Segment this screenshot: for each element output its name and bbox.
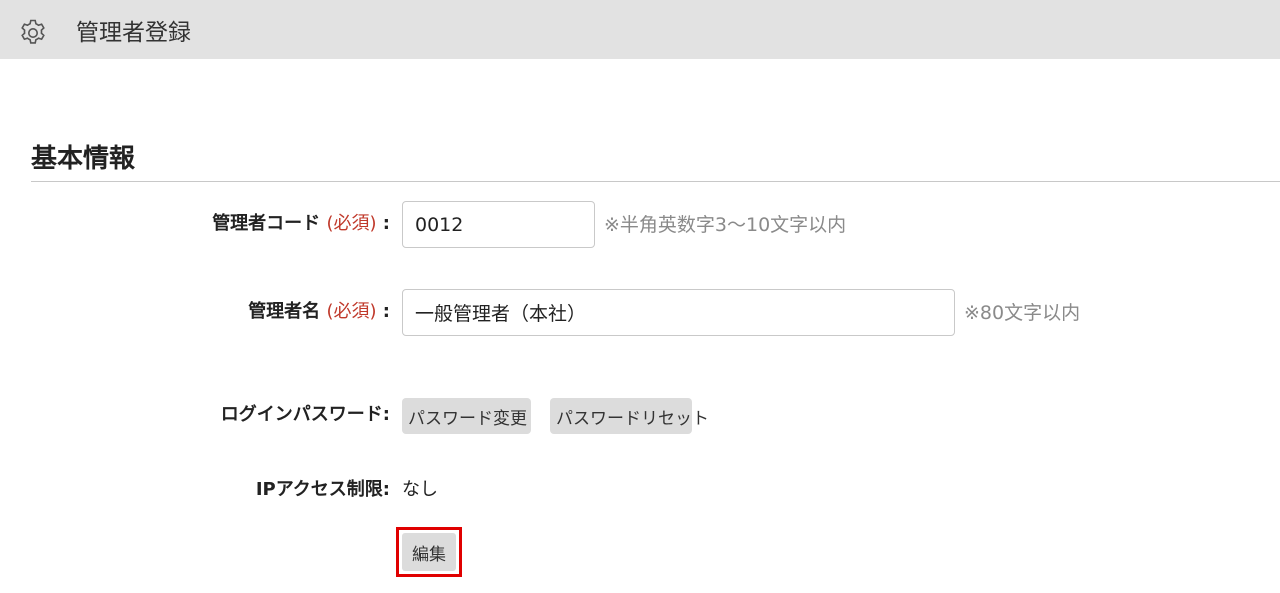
admin-name-note: ※80文字以内 (964, 302, 1081, 324)
admin-name-input[interactable] (402, 289, 955, 336)
admin-code-note: ※半角英数字3～10文字以内 (604, 214, 847, 236)
page-header: 管理者登録 (0, 0, 1280, 59)
ip-access-value: なし (402, 479, 438, 500)
reset-password-button[interactable]: パスワードリセット (550, 398, 709, 434)
admin-code-label-text: 管理者コード (212, 213, 321, 234)
admin-code-input[interactable] (402, 201, 595, 248)
gear-icon[interactable] (17, 17, 49, 49)
section-title: 基本情報 (31, 144, 136, 174)
admin-code-label: 管理者コード (必須) : (212, 211, 390, 237)
page-title: 管理者登録 (76, 20, 191, 46)
section-divider (31, 181, 1280, 182)
login-password-label: ログインパスワード: (220, 404, 390, 425)
ip-access-label: IPアクセス制限: (255, 479, 390, 500)
admin-name-label-text: 管理者名 (248, 301, 321, 322)
required-marker: (必須) (326, 213, 377, 234)
label-colon: : (382, 213, 390, 234)
admin-name-label: 管理者名 (必須) : (248, 299, 390, 325)
label-colon: : (382, 301, 390, 322)
change-password-button[interactable]: パスワード変更 (402, 398, 531, 434)
required-marker: (必須) (326, 301, 377, 322)
edit-button[interactable]: 編集 (402, 533, 456, 571)
